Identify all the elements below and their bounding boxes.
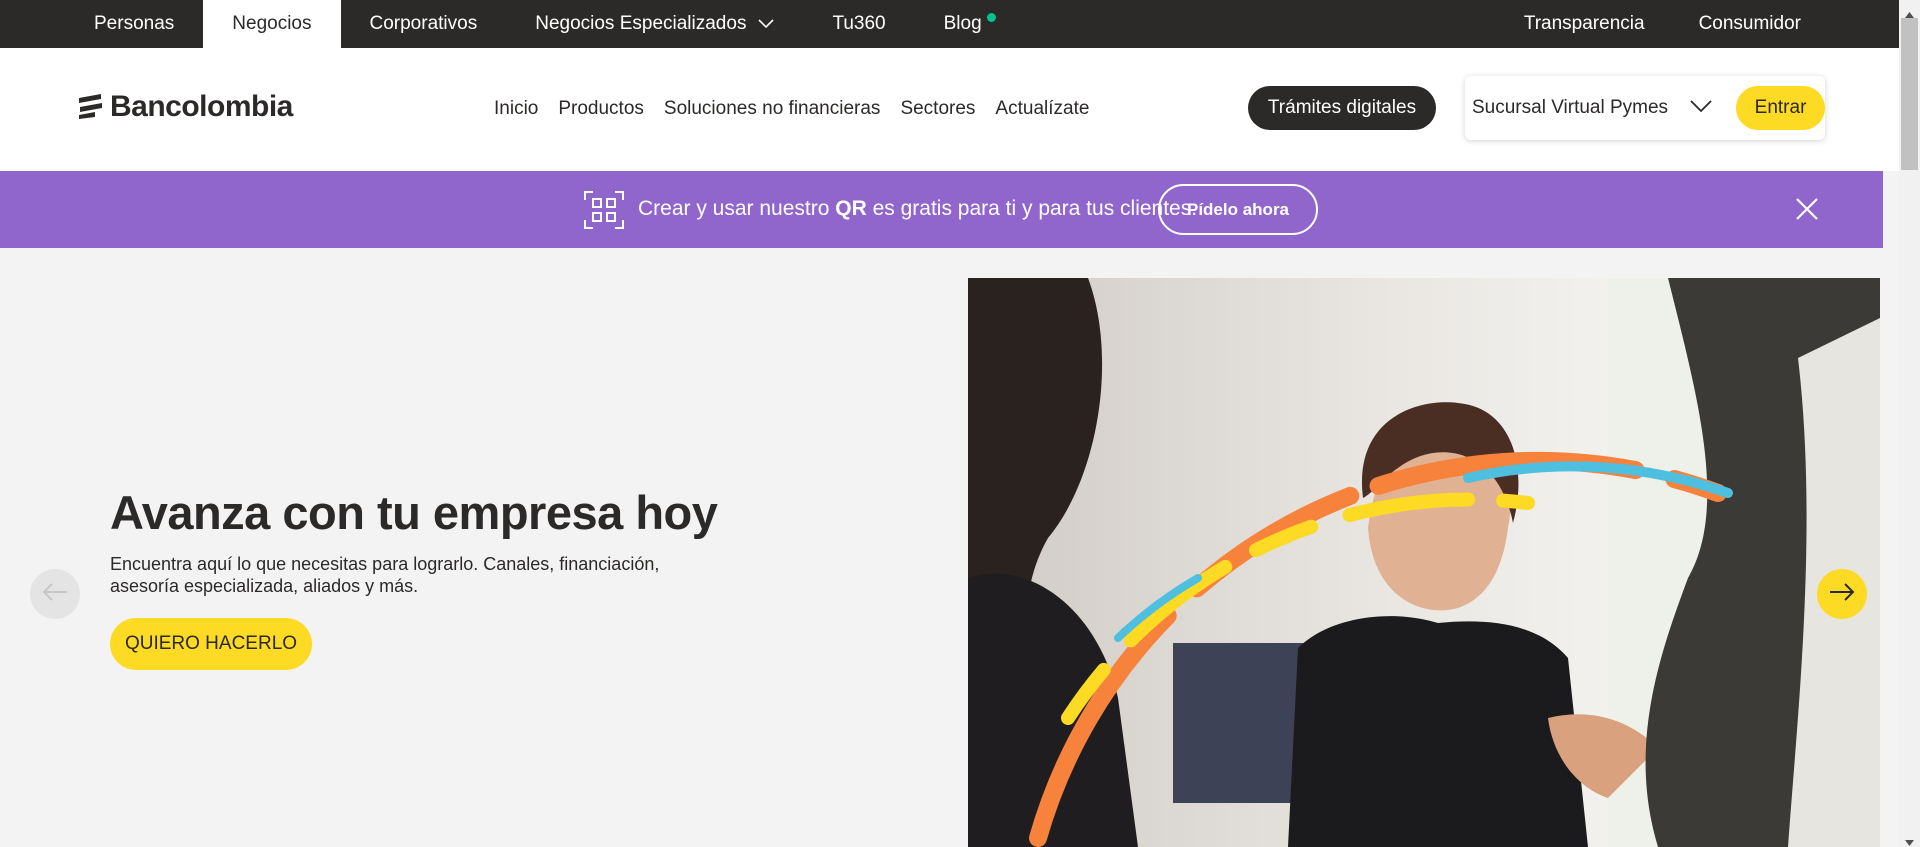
promo-text-after: es gratis para ti y para tus clientes. xyxy=(866,197,1198,220)
login-box: Sucursal Virtual Pymes Entrar xyxy=(1465,76,1825,140)
nav-soluciones[interactable]: Soluciones no financieras xyxy=(664,98,881,120)
top-right-links: Transparencia Consumidor xyxy=(1497,0,1828,48)
tab-label: Consumidor xyxy=(1698,13,1801,34)
promo-message: Crear y usar nuestro QR es gratis para t… xyxy=(638,197,1197,221)
button-label: Entrar xyxy=(1754,97,1807,118)
qr-code-icon xyxy=(584,191,624,234)
sucursal-dropdown[interactable]: Sucursal Virtual Pymes xyxy=(1472,97,1712,119)
hero-carousel: Avanza con tu empresa hoy Encuentra aquí… xyxy=(0,248,1883,847)
new-indicator-dot xyxy=(986,13,996,22)
nav-sectores[interactable]: Sectores xyxy=(900,98,975,120)
tab-label: Personas xyxy=(94,13,175,34)
hero-image-handshake xyxy=(968,278,1880,847)
nav-productos[interactable]: Productos xyxy=(558,98,644,120)
tab-transparencia[interactable]: Transparencia xyxy=(1497,0,1672,48)
quiero-hacerlo-button[interactable]: QUIERO HACERLO xyxy=(110,618,312,670)
bancolombia-logo-icon xyxy=(77,91,105,124)
hero-subtitle: Encuentra aquí lo que necesitas para log… xyxy=(110,554,660,596)
promo-text-bold: QR xyxy=(835,197,867,220)
tab-label: Tu360 xyxy=(832,13,886,34)
scroll-down-arrow-icon[interactable] xyxy=(1905,833,1914,847)
tab-label: Negocios xyxy=(232,13,312,34)
tab-label: Negocios Especializados xyxy=(535,13,747,34)
button-label: Pídelo ahora xyxy=(1186,199,1290,219)
tab-blog[interactable]: Blog xyxy=(915,0,1011,48)
main-nav: Inicio Productos Soluciones no financier… xyxy=(494,98,1089,120)
carousel-prev-button[interactable] xyxy=(30,569,80,619)
tab-negocios-especializados[interactable]: Negocios Especializados xyxy=(506,0,803,48)
promo-banner: Crear y usar nuestro QR es gratis para t… xyxy=(0,171,1883,248)
main-header: Bancolombia Inicio Productos Soluciones … xyxy=(0,48,1899,171)
button-label: QUIERO HACERLO xyxy=(124,633,298,654)
hero-title: Avanza con tu empresa hoy xyxy=(110,486,718,539)
arrow-right-icon xyxy=(1829,582,1855,606)
promo-text-before: Crear y usar nuestro xyxy=(638,197,836,220)
scrollbar-thumb[interactable] xyxy=(1901,18,1918,170)
carousel-next-button[interactable] xyxy=(1817,569,1867,619)
nav-inicio[interactable]: Inicio xyxy=(494,98,538,120)
page-scrollbar[interactable] xyxy=(1899,0,1920,847)
button-label: Trámites digitales xyxy=(1267,97,1417,118)
tab-label: Blog xyxy=(943,13,982,34)
sucursal-selected-value: Sucursal Virtual Pymes xyxy=(1472,97,1669,118)
tab-negocios[interactable]: Negocios xyxy=(203,0,341,48)
entrar-button[interactable]: Entrar xyxy=(1736,86,1825,130)
close-icon[interactable] xyxy=(1795,197,1819,226)
tab-tu360[interactable]: Tu360 xyxy=(803,0,914,48)
nav-actualizate[interactable]: Actualízate xyxy=(995,98,1089,120)
tab-consumidor[interactable]: Consumidor xyxy=(1672,0,1828,48)
chevron-down-icon xyxy=(1690,99,1712,118)
pidelo-ahora-button[interactable]: Pídelo ahora xyxy=(1158,184,1318,235)
tab-label: Corporativos xyxy=(369,13,478,34)
tramites-digitales-button[interactable]: Trámites digitales xyxy=(1248,86,1436,130)
arrow-left-icon xyxy=(42,582,68,606)
chevron-down-icon xyxy=(758,13,775,35)
tab-personas[interactable]: Personas xyxy=(65,0,203,48)
top-navigation-bar: Personas Negocios Corporativos Negocios … xyxy=(0,0,1899,48)
tab-corporativos[interactable]: Corporativos xyxy=(341,0,507,48)
bancolombia-logo[interactable]: Bancolombia xyxy=(77,90,293,124)
tab-label: Transparencia xyxy=(1523,13,1645,34)
logo-text: Bancolombia xyxy=(110,90,293,123)
